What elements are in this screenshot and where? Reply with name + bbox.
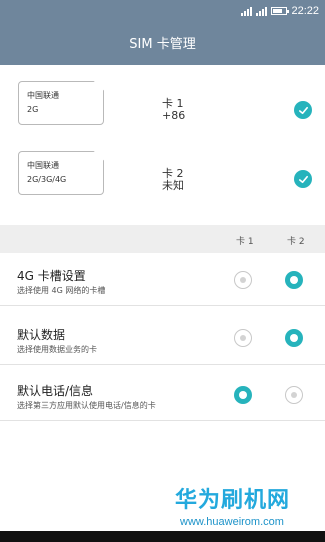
sim-2-number: 未知 bbox=[162, 179, 184, 192]
4g-slot-card1-radio[interactable] bbox=[234, 271, 252, 289]
sim-2-operator: 中国联通 bbox=[27, 161, 59, 170]
check-icon bbox=[298, 106, 308, 114]
check-icon bbox=[298, 175, 308, 183]
sim-2-enabled-toggle[interactable] bbox=[294, 170, 312, 188]
setting-default-call-sms-title: 默认电话/信息 bbox=[17, 384, 94, 398]
sim-1-operator: 中国联通 bbox=[27, 91, 59, 100]
default-data-card2-radio[interactable] bbox=[285, 329, 303, 347]
signal-icon-2 bbox=[256, 6, 268, 16]
status-bar: 22:22 bbox=[241, 3, 319, 19]
sim-2-info: 卡 2 未知 bbox=[162, 168, 184, 192]
column-card2: 卡 2 bbox=[287, 237, 305, 247]
default-data-card1-radio[interactable] bbox=[234, 329, 252, 347]
status-time: 22:22 bbox=[291, 5, 319, 17]
default-call-sms-card1-radio[interactable] bbox=[234, 386, 252, 404]
sim-card-2-icon: 中国联通 2G/3G/4G bbox=[18, 151, 104, 195]
sim-1-info: 卡 1 +86 bbox=[162, 98, 185, 122]
setting-default-data[interactable]: 默认数据 选择使用数据业务的卡 bbox=[0, 312, 325, 365]
page-title: SIM 卡管理 bbox=[129, 37, 196, 52]
setting-default-call-sms-subtitle: 选择第三方应用默认使用电话/信息的卡 bbox=[17, 401, 156, 410]
watermark-brand: 华为刷机网 bbox=[175, 488, 291, 513]
battery-icon bbox=[271, 7, 290, 15]
sim-1-network: 2G bbox=[27, 105, 39, 114]
settings-header-band bbox=[0, 225, 325, 253]
setting-default-data-subtitle: 选择使用数据业务的卡 bbox=[17, 345, 97, 354]
sim-card-1-icon: 中国联通 2G bbox=[18, 81, 104, 125]
setting-4g-slot-title: 4G 卡槽设置 bbox=[17, 269, 86, 283]
watermark-url: www.huaweirom.com bbox=[180, 516, 284, 528]
setting-default-call-sms[interactable]: 默认电话/信息 选择第三方应用默认使用电话/信息的卡 bbox=[0, 368, 325, 421]
sim-1-enabled-toggle[interactable] bbox=[294, 101, 312, 119]
sim-2-network: 2G/3G/4G bbox=[27, 175, 67, 184]
setting-4g-slot[interactable]: 4G 卡槽设置 选择使用 4G 网络的卡槽 bbox=[0, 253, 325, 306]
4g-slot-card2-radio[interactable] bbox=[285, 271, 303, 289]
setting-default-data-title: 默认数据 bbox=[17, 328, 66, 342]
default-call-sms-card2-radio[interactable] bbox=[285, 386, 303, 404]
signal-icon bbox=[241, 6, 253, 16]
sim-1-number: +86 bbox=[162, 109, 186, 122]
column-card1: 卡 1 bbox=[236, 237, 254, 247]
navigation-bar bbox=[0, 531, 325, 542]
setting-4g-slot-subtitle: 选择使用 4G 网络的卡槽 bbox=[17, 286, 106, 295]
app-header: 22:22 SIM 卡管理 bbox=[0, 0, 325, 65]
